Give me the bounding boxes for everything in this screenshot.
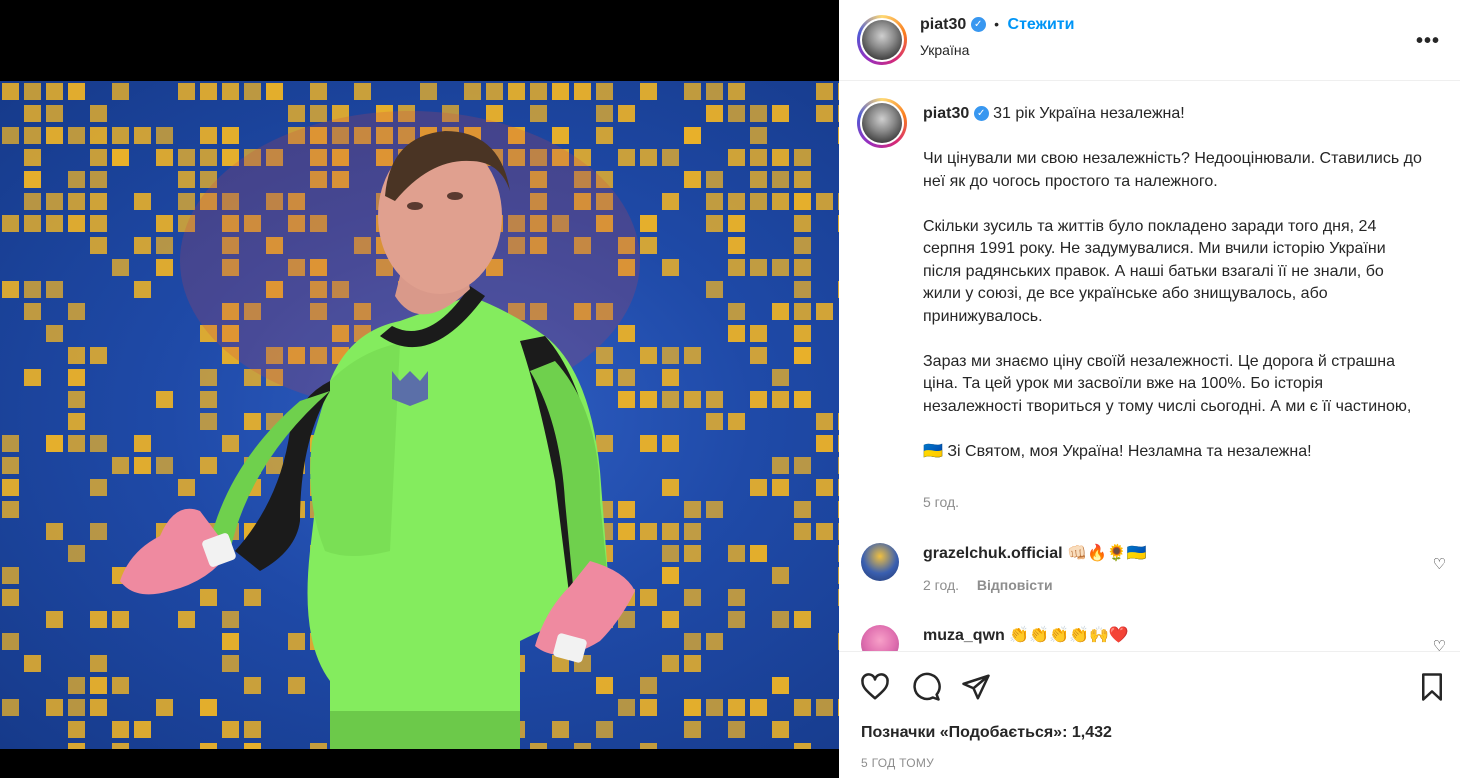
comment-time[interactable]: 2 год. [923, 577, 959, 593]
separator-dot: • [994, 16, 1000, 32]
comment-item: muza_qwn 👏👏👏👏🙌❤️ ♡ [859, 625, 1449, 651]
post-actions: Позначки «Подобається»: 1,432 5 ГОД ТОМУ [839, 651, 1460, 778]
caption-first-line: 31 рік Україна незалежна! [993, 105, 1185, 122]
caption-avatar[interactable] [857, 98, 907, 148]
author-avatar[interactable] [857, 15, 907, 65]
goalkeeper-photo [2, 83, 839, 749]
like-heart-icon[interactable] [860, 672, 890, 702]
post-header: piat30 ✓ • Стежити Україна ••• [839, 0, 1460, 81]
caption-paragraph: Скільки зусиль та життів було покладено … [923, 217, 1386, 325]
caption-paragraph: Зараз ми знаємо ціну своїй незалежності.… [923, 352, 1412, 415]
verified-icon: ✓ [973, 106, 989, 122]
caption: piat30 ✓ 31 рік Україна незалежна! Чи ці… [923, 103, 1423, 486]
comment-like-heart-icon[interactable]: ♡ [1433, 555, 1446, 573]
verified-icon: ✓ [970, 17, 986, 33]
commenter-avatar[interactable] [861, 625, 899, 651]
likes-count[interactable]: Позначки «Подобається»: 1,432 [861, 724, 1112, 742]
comment-text: 👊🏻🔥🌻🇺🇦 [1067, 545, 1147, 562]
share-paper-plane-icon[interactable] [961, 672, 991, 702]
author-username[interactable]: piat30 [920, 16, 966, 33]
reply-button[interactable]: Відповісти [977, 577, 1053, 593]
comment-text: 👏👏👏👏🙌❤️ [1009, 627, 1129, 644]
comment-like-heart-icon[interactable]: ♡ [1433, 637, 1446, 651]
save-bookmark-icon[interactable] [1417, 672, 1447, 702]
follow-button[interactable]: Стежити [1008, 16, 1075, 33]
caption-username[interactable]: piat30 [923, 105, 969, 122]
comment-bubble-icon[interactable] [911, 672, 941, 702]
commenter-avatar[interactable] [861, 543, 899, 581]
caption-timestamp[interactable]: 5 год. [923, 494, 959, 510]
post-timestamp[interactable]: 5 ГОД ТОМУ [861, 756, 934, 770]
comment-item: grazelchuk.official 👊🏻🔥🌻🇺🇦 2 год. Відпов… [859, 543, 1449, 603]
post-media [0, 0, 839, 778]
comments-scroll-area[interactable]: piat30 ✓ 31 рік Україна незалежна! Чи ці… [839, 81, 1460, 651]
commenter-username[interactable]: grazelchuk.official [923, 545, 1063, 562]
more-options-icon[interactable]: ••• [1416, 30, 1440, 53]
commenter-username[interactable]: muza_qwn [923, 627, 1005, 644]
post-side-panel: piat30 ✓ • Стежити Україна ••• piat30 ✓ … [839, 0, 1460, 778]
post-photo[interactable] [0, 81, 839, 749]
post-location[interactable]: Україна [920, 42, 969, 58]
caption-paragraph: Чи цінували ми свою незалежність? Недооц… [923, 150, 1422, 190]
caption-paragraph: 🇺🇦 Зі Святом, моя Україна! Незламна та н… [923, 442, 1312, 460]
